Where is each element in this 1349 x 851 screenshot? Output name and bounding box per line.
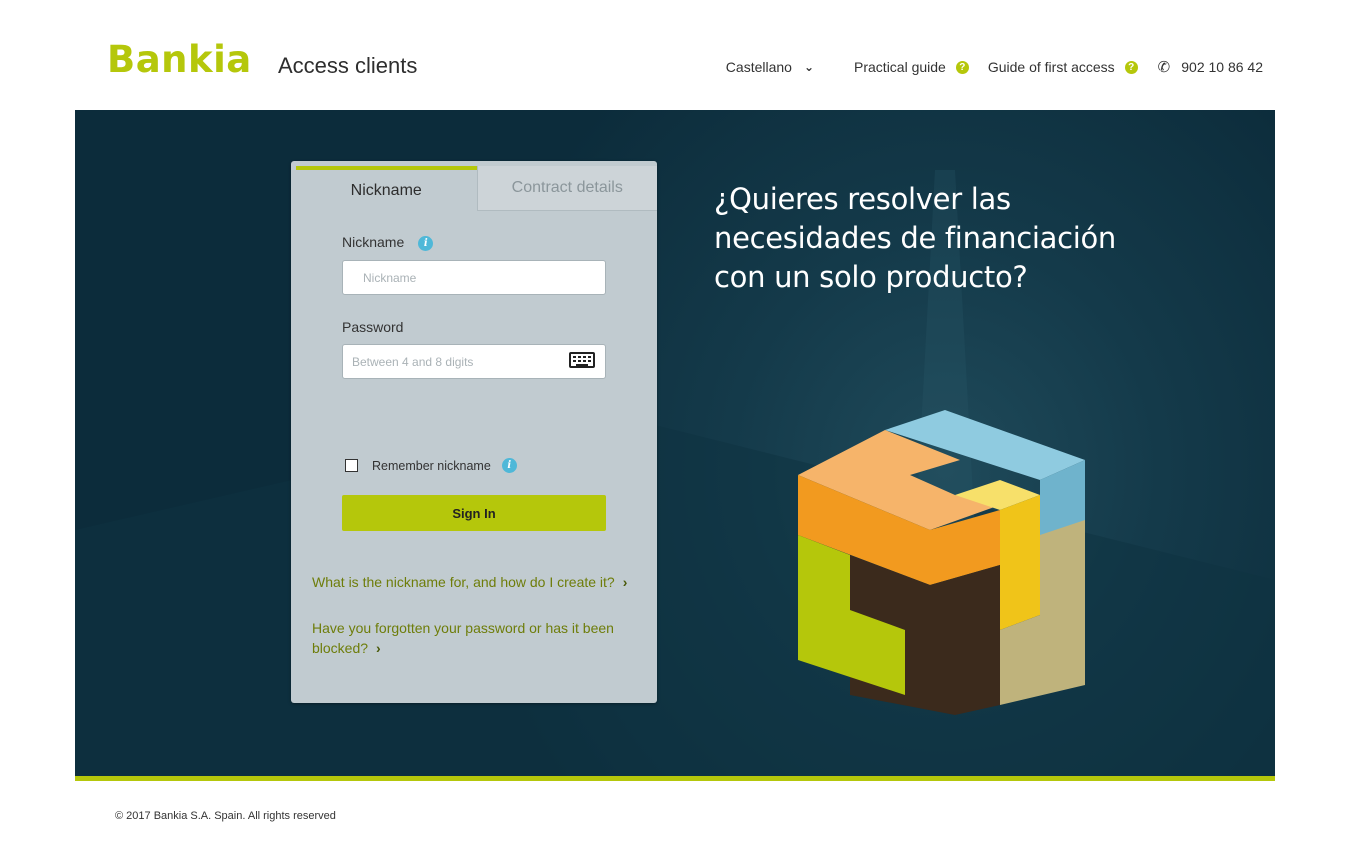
footer-copyright: © 2017 Bankia S.A. Spain. All rights res… [115,810,336,822]
password-label: Password [342,319,404,335]
phone-number: 902 10 86 42 [1181,59,1263,75]
bankia-logo[interactable]: Bankia [107,38,252,81]
tab-nickname[interactable]: Nickname [296,166,477,211]
virtual-keyboard-icon[interactable] [569,352,595,368]
first-access-guide-label: Guide of first access [987,59,1115,75]
chevron-down-icon: ⌄ [803,60,815,74]
nickname-label-text: Nickname [342,234,405,250]
language-label: Castellano [725,59,792,75]
header: Bankia Access clients Castellano ⌄ Pract… [0,0,1349,110]
login-tabs: Nickname Contract details [291,161,657,211]
practical-guide-label: Practical guide [854,59,946,75]
help-icon: ? [1124,60,1138,74]
sign-in-button[interactable]: Sign In [342,495,606,531]
tab-contract-details[interactable]: Contract details [476,166,657,211]
puzzle-cube-illustration [798,410,1085,715]
nickname-help-text: What is the nickname for, and how do I c… [312,574,615,590]
page-title: Access clients [278,53,418,78]
info-icon[interactable]: i [501,458,517,473]
password-input[interactable] [342,344,606,379]
first-access-guide-link[interactable]: Guide of first access ? [988,59,1138,75]
help-icon: ? [955,60,969,74]
chevron-right-icon: › [376,640,381,656]
phone-contact[interactable]: ✆ 902 10 86 42 [1158,58,1263,76]
practical-guide-link[interactable]: Practical guide ? [854,59,969,75]
nickname-help-link[interactable]: What is the nickname for, and how do I c… [312,572,632,592]
remember-nickname-label: Remember nickname i [372,458,517,473]
nickname-input[interactable] [342,260,606,295]
top-nav: Castellano ⌄ Practical guide ? Guide of … [726,58,1263,76]
forgot-password-link[interactable]: Have you forgotten your password or has … [312,618,632,658]
hero-banner: Nickname Contract details Nickname i Pass… [75,110,1275,776]
remember-nickname-checkbox[interactable] [345,459,358,472]
nickname-label: Nickname i [342,234,434,251]
login-card: Nickname Contract details Nickname i Pass… [291,161,657,703]
chevron-right-icon: › [622,574,628,590]
hero-bottom-accent-bar [75,776,1275,781]
phone-icon: ✆ [1157,59,1171,76]
hero-headline: ¿Quieres resolver las necesidades de fin… [714,182,1116,294]
remember-nickname-text: Remember nickname [372,458,491,473]
info-icon[interactable]: i [418,235,434,251]
language-selector[interactable]: Castellano ⌄ [726,59,814,75]
forgot-password-text: Have you forgotten your password or has … [312,620,614,656]
